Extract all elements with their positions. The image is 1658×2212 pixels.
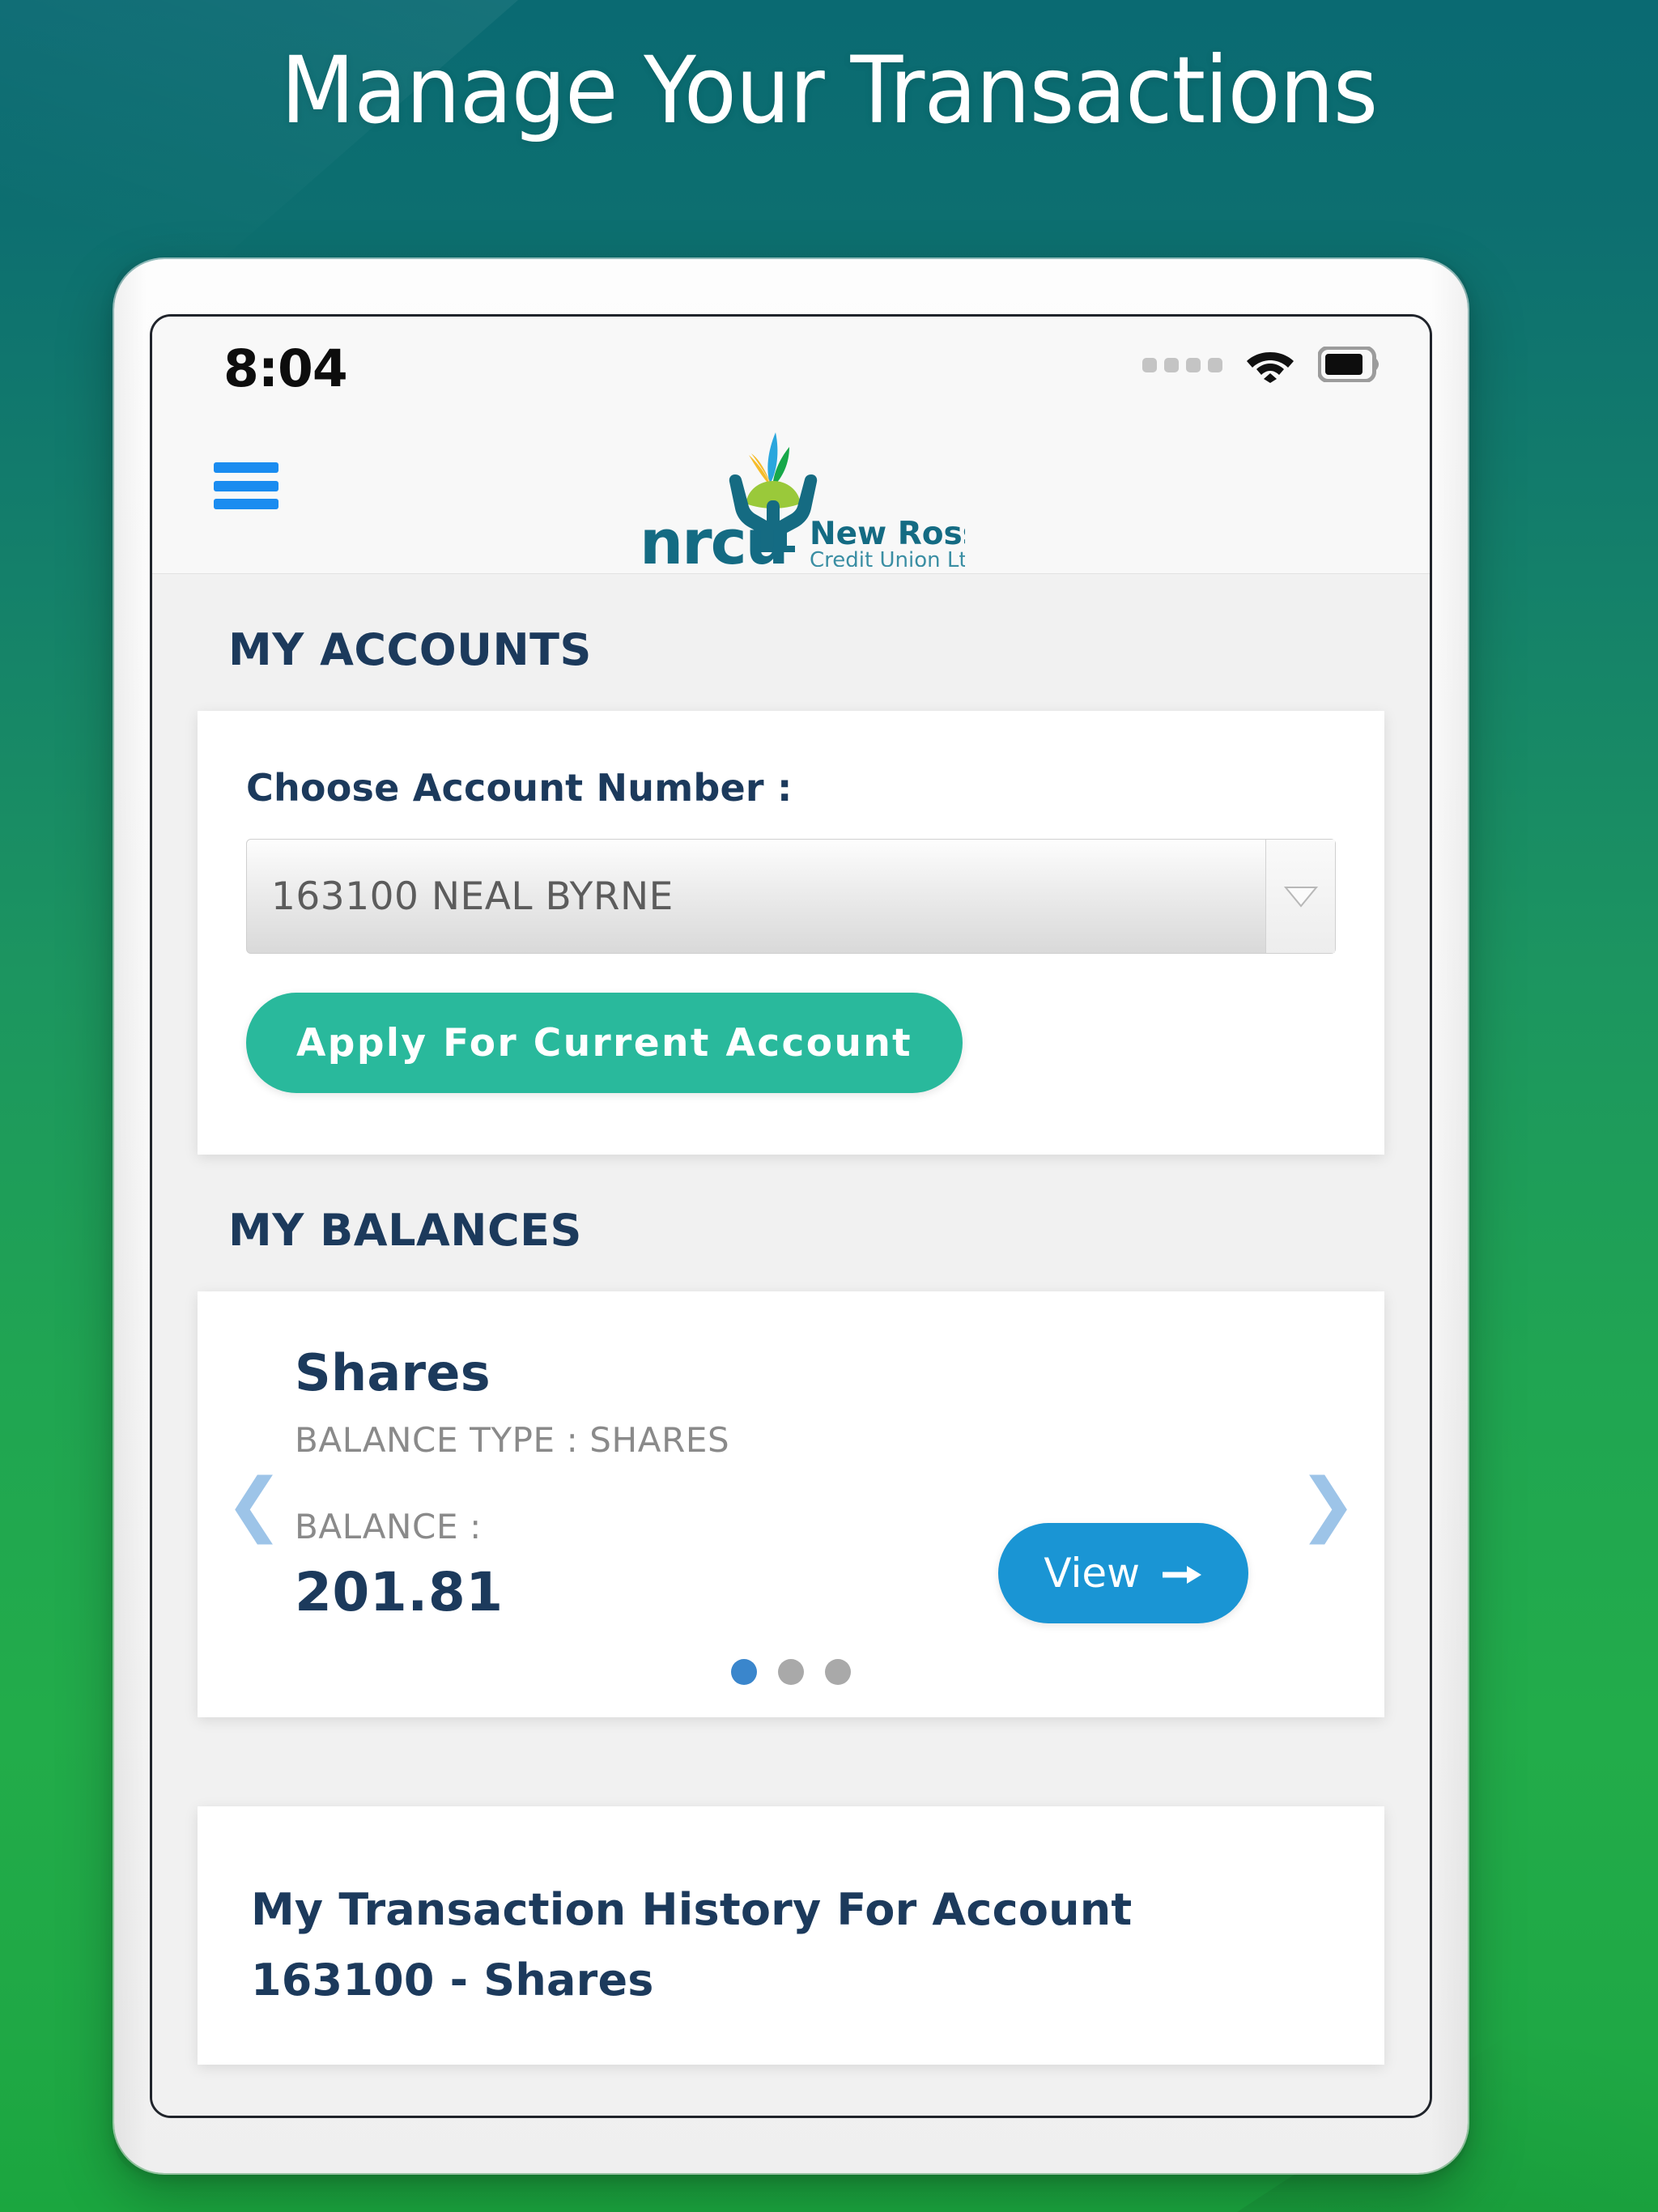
app-header-bar: nrcu New Ross Credit Union Ltd xyxy=(152,415,1430,574)
carousel-dots xyxy=(198,1659,1384,1685)
svg-text:nrcu: nrcu xyxy=(640,506,788,567)
tablet-screen: 8:04 nrcu New Ross Credit Union Ltd MY A… xyxy=(150,314,1432,2118)
balance-amount-group: BALANCE : 201.81 xyxy=(295,1507,504,1623)
tablet-right-shading xyxy=(1431,259,1468,2173)
transaction-history-card: My Transaction History For Account 16310… xyxy=(198,1806,1384,2065)
status-clock: 8:04 xyxy=(223,339,348,398)
balance-type-line: BALANCE TYPE : SHARES xyxy=(295,1420,730,1460)
view-balance-button[interactable]: View xyxy=(998,1523,1248,1623)
balance-title: Shares xyxy=(295,1343,491,1402)
status-indicators xyxy=(1142,346,1381,387)
balance-value: 201.81 xyxy=(295,1561,504,1623)
app-content: MY ACCOUNTS Choose Account Number : 1631… xyxy=(152,574,1430,2116)
my-balances-heading: MY BALANCES xyxy=(228,1205,582,1256)
status-bar: 8:04 xyxy=(152,317,1430,415)
chevron-right-icon[interactable]: ❯ xyxy=(1299,1470,1357,1539)
carousel-dot-1[interactable] xyxy=(731,1659,757,1685)
balance-row: BALANCE : 201.81 View xyxy=(295,1507,1287,1623)
chevron-down-icon[interactable] xyxy=(1265,840,1335,953)
transaction-history-title: My Transaction History For Account 16310… xyxy=(251,1884,1133,2006)
carousel-dot-2[interactable] xyxy=(778,1659,804,1685)
wifi-icon xyxy=(1245,346,1295,387)
apply-for-current-account-button[interactable]: Apply For Current Account xyxy=(246,993,963,1093)
chevron-left-icon[interactable]: ❮ xyxy=(225,1470,283,1539)
battery-icon xyxy=(1317,346,1381,386)
balance-card-body: Shares BALANCE TYPE : SHARES BALANCE : 2… xyxy=(198,1343,1384,1623)
account-number-value: 163100 NEAL BYRNE xyxy=(271,874,674,919)
svg-text:Credit Union Ltd: Credit Union Ltd xyxy=(810,548,965,567)
account-number-select[interactable]: 163100 NEAL BYRNE xyxy=(246,839,1336,954)
choose-account-label: Choose Account Number : xyxy=(246,766,793,810)
promo-headline: Manage Your Transactions xyxy=(280,36,1378,144)
tablet-device-frame: 8:04 nrcu New Ross Credit Union Ltd MY A… xyxy=(114,259,1468,2173)
nrcu-logo: nrcu New Ross Credit Union Ltd xyxy=(617,423,965,568)
hamburger-menu-icon[interactable] xyxy=(214,462,278,509)
balance-carousel-card: ❮ ❯ Shares BALANCE TYPE : SHARES BALANCE… xyxy=(198,1291,1384,1717)
svg-text:New Ross: New Ross xyxy=(810,516,965,552)
view-button-label: View xyxy=(1044,1550,1140,1597)
arrow-right-icon xyxy=(1161,1550,1203,1597)
account-selector-card: Choose Account Number : 163100 NEAL BYRN… xyxy=(198,711,1384,1155)
balance-label: BALANCE : xyxy=(295,1507,482,1546)
tablet-left-shading xyxy=(114,259,147,2173)
carousel-dot-3[interactable] xyxy=(825,1659,851,1685)
signal-dots-icon xyxy=(1142,357,1222,376)
my-accounts-heading: MY ACCOUNTS xyxy=(228,624,592,675)
